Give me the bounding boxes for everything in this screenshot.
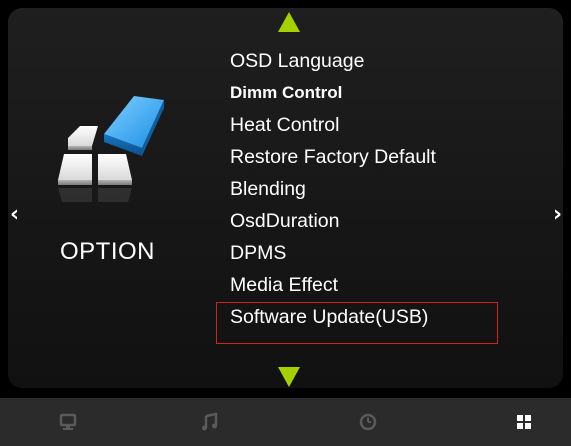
osd-screen: ‹ › OPTION OSD Language Dimm Control Hea… bbox=[0, 0, 571, 446]
menu-item-heat-control[interactable]: Heat Control bbox=[230, 110, 436, 142]
tab-option[interactable] bbox=[508, 406, 540, 438]
menu-item-osd-duration[interactable]: OsdDuration bbox=[230, 206, 436, 238]
option-menu-list: OSD Language Dimm Control Heat Control R… bbox=[230, 46, 436, 334]
menu-item-blending[interactable]: Blending bbox=[230, 174, 436, 206]
next-category-icon[interactable]: › bbox=[553, 204, 562, 226]
menu-item-restore-factory-default[interactable]: Restore Factory Default bbox=[230, 142, 436, 174]
option-category-icon bbox=[46, 90, 186, 220]
monitor-icon bbox=[52, 406, 84, 438]
tab-picture[interactable] bbox=[52, 406, 84, 438]
tab-time[interactable] bbox=[352, 406, 384, 438]
scroll-down-arrow-icon[interactable] bbox=[278, 367, 300, 387]
music-note-icon bbox=[194, 406, 226, 438]
category-label: OPTION bbox=[60, 238, 156, 265]
menu-item-media-effect[interactable]: Media Effect bbox=[230, 270, 436, 302]
menu-item-osd-language[interactable]: OSD Language bbox=[230, 46, 436, 78]
previous-category-icon[interactable]: ‹ bbox=[10, 204, 19, 226]
selection-highlight bbox=[216, 302, 498, 344]
menu-item-dpms[interactable]: DPMS bbox=[230, 238, 436, 270]
menu-item-dimm-control[interactable]: Dimm Control bbox=[230, 78, 436, 110]
scroll-up-arrow-icon[interactable] bbox=[278, 12, 300, 32]
tab-audio[interactable] bbox=[194, 406, 226, 438]
bottom-tab-bar bbox=[0, 398, 571, 446]
option-grid-icon bbox=[508, 406, 540, 438]
clock-icon bbox=[352, 406, 384, 438]
